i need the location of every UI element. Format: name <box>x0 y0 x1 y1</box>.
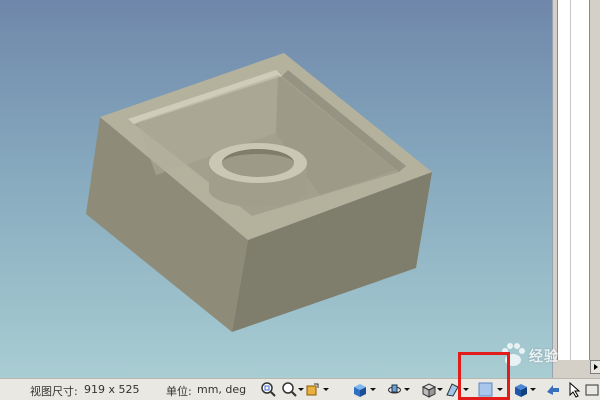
edge-display-dropdown-arrow[interactable] <box>437 388 443 391</box>
edge-display-icon[interactable] <box>420 381 437 398</box>
side-panel <box>552 0 600 378</box>
rotate-view-dropdown-arrow[interactable] <box>404 388 410 391</box>
baidu-watermark: 经验 <box>498 340 592 370</box>
side-panel-list[interactable] <box>557 0 590 360</box>
zoom-window-icon[interactable] <box>260 381 277 398</box>
pan-icon[interactable] <box>544 381 561 398</box>
3d-viewport[interactable] <box>0 0 552 378</box>
units-label: 单位: <box>166 385 192 398</box>
watermark-text: 经验 <box>529 349 559 365</box>
units-value: mm, deg <box>197 383 247 396</box>
zoom-dropdown-arrow[interactable] <box>298 388 304 391</box>
shaded-box-icon[interactable] <box>351 381 368 398</box>
view-size-label: 视图尺寸: <box>30 385 78 398</box>
frame-icon[interactable] <box>584 381 600 398</box>
select-arrow-icon[interactable] <box>566 381 583 398</box>
shaded-box-dropdown-arrow[interactable] <box>370 388 376 391</box>
view-size-value: 919 x 525 <box>84 383 140 396</box>
zoom-icon[interactable] <box>281 381 298 398</box>
side-panel-divider <box>570 0 571 360</box>
highlight-box <box>458 352 510 400</box>
view-orient-dropdown-arrow[interactable] <box>323 388 329 391</box>
view-cube-icon[interactable] <box>512 381 529 398</box>
rotate-view-icon[interactable] <box>386 381 403 398</box>
3d-part-model <box>86 53 432 332</box>
view-orient-icon[interactable] <box>305 381 322 398</box>
status-bar: 视图尺寸: 919 x 525 单位: mm, deg <box>0 378 600 400</box>
view-cube-dropdown-arrow[interactable] <box>530 388 536 391</box>
